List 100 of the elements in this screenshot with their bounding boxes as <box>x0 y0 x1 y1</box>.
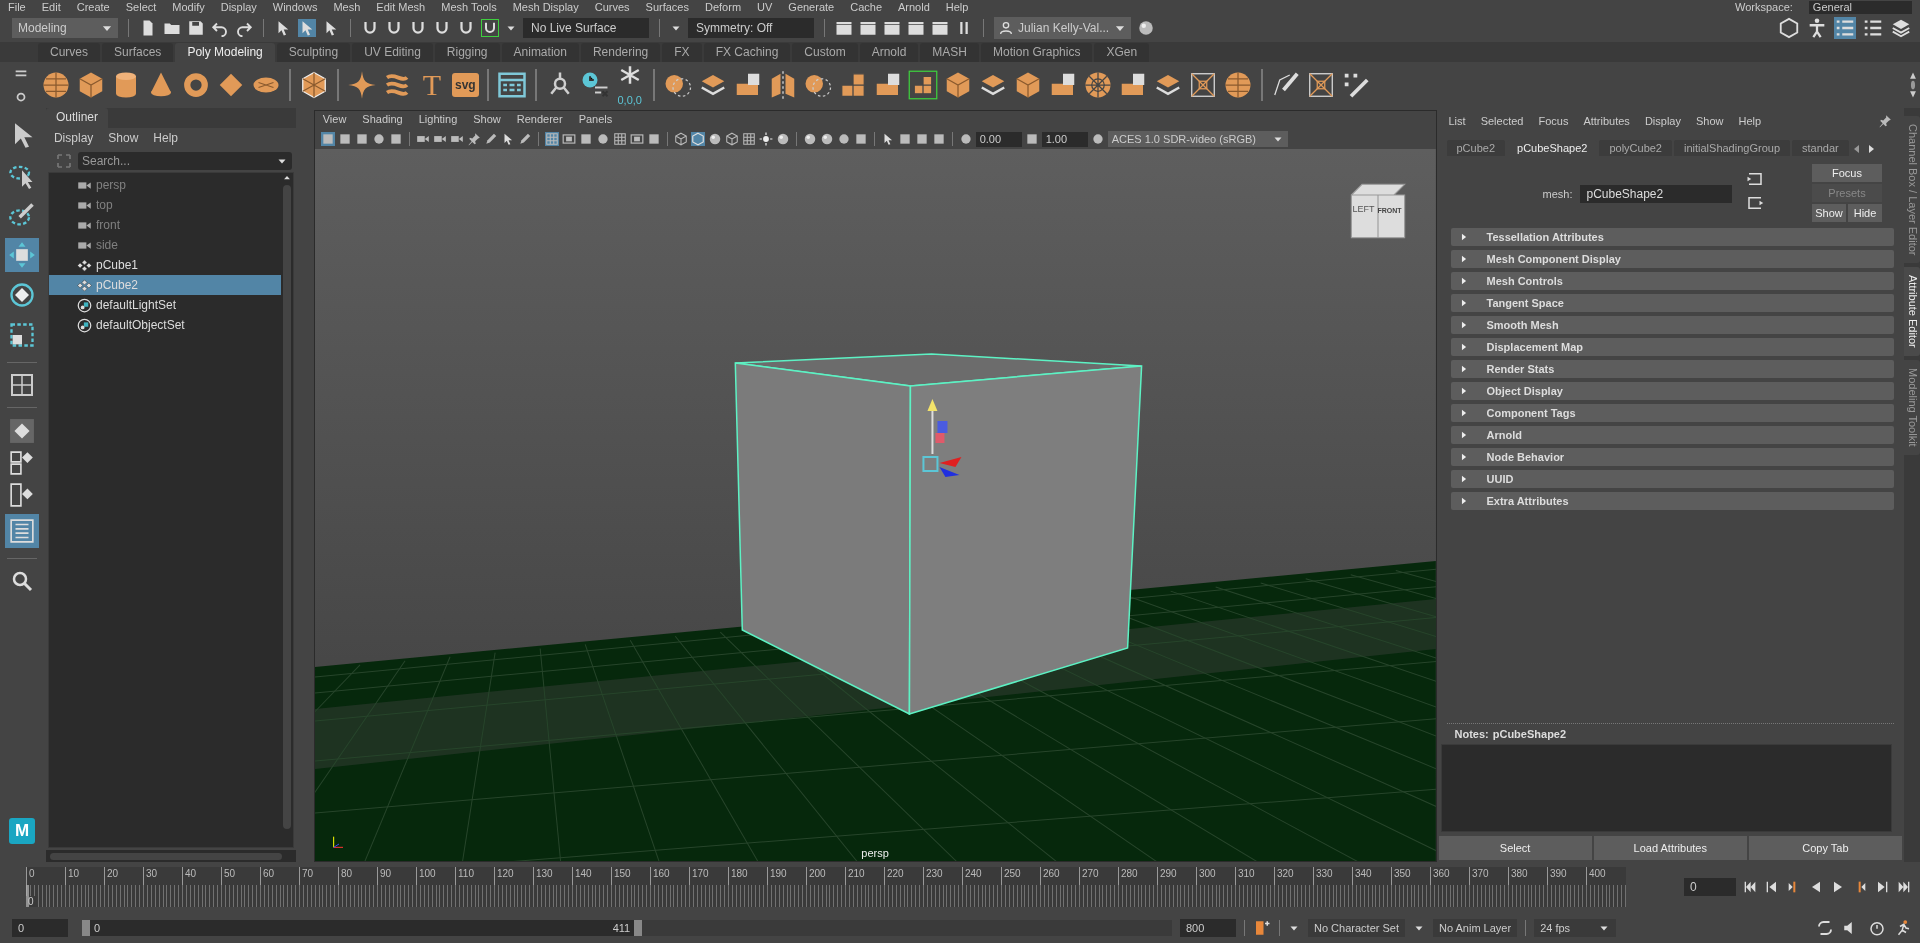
live-surface-field[interactable]: No Live Surface <box>523 18 649 38</box>
menu-item[interactable]: Create <box>76 1 110 13</box>
menu-item[interactable]: Select <box>125 1 157 13</box>
collapsible-section[interactable]: Render Stats <box>1450 360 1894 378</box>
outliner-item[interactable]: pCube1 <box>48 255 281 275</box>
menu-item[interactable]: Help <box>945 1 969 13</box>
menu-item[interactable]: Show <box>108 131 139 147</box>
node-tab[interactable]: pCube2 <box>1446 140 1506 156</box>
shelf-tab[interactable]: FX <box>662 43 702 62</box>
menu-item[interactable]: Display <box>220 1 257 13</box>
shelf-tab[interactable]: Sculpting <box>276 43 351 62</box>
exposure-field[interactable]: 0.00 <box>975 131 1022 147</box>
footer-button[interactable]: Load Attributes <box>1593 836 1747 860</box>
svg-icon[interactable]: svg <box>452 73 479 97</box>
collapsible-section[interactable]: Object Display <box>1450 382 1894 400</box>
collapsible-section[interactable]: Smooth Mesh <box>1450 316 1894 334</box>
shelf-tab[interactable]: UV Editing <box>352 43 433 62</box>
current-frame-field[interactable]: 0 <box>1684 878 1736 896</box>
side-tab[interactable]: Modeling Toolkit <box>1904 360 1920 455</box>
collapsible-section[interactable]: Mesh Component Display <box>1450 250 1894 268</box>
menu-item[interactable]: Mesh Tools <box>441 1 497 13</box>
attribute-editor-button[interactable]: Show <box>1812 204 1846 222</box>
menu-item[interactable]: Renderer <box>516 113 563 127</box>
text-icon[interactable]: T <box>417 68 447 102</box>
menu-item[interactable]: Help <box>1738 115 1762 127</box>
shelf-tab[interactable]: MASH <box>920 43 980 62</box>
outliner-item[interactable]: top <box>48 195 281 215</box>
menu-item[interactable]: Attributes <box>1583 115 1630 127</box>
attribute-editor-button[interactable]: Hide <box>1848 204 1882 222</box>
footer-button[interactable]: Select <box>1438 836 1592 860</box>
menu-item[interactable]: Curves <box>594 1 630 13</box>
range-slider[interactable]: 0 411 <box>82 919 643 936</box>
outliner-item[interactable]: persp <box>48 175 281 195</box>
menu-item[interactable]: Shading <box>362 113 403 127</box>
shelf-tab[interactable]: Rigging <box>434 43 500 62</box>
menu-item[interactable]: Edit Mesh <box>376 1 426 13</box>
menu-item[interactable]: Generate <box>788 1 835 13</box>
collapsible-section[interactable]: Displacement Map <box>1450 338 1894 356</box>
collapsible-section[interactable]: Extra Attributes <box>1450 492 1894 510</box>
shelf-tab[interactable]: Curves <box>38 43 100 62</box>
time-slider[interactable]: 0 10 20 30 40 50 60 70 80 90 100 110 120 130 140 150 160 170 180 190 200 210 220 230 240 250 260 270 280 290 300 310 320 330 340 350 360 370 380 390 400 0 <box>26 867 1626 907</box>
outliner-item[interactable]: side <box>48 235 281 255</box>
menu-item[interactable]: Edit <box>41 1 61 13</box>
menu-item[interactable]: Windows <box>272 1 318 13</box>
node-name-field[interactable]: pCubeShape2 <box>1580 185 1733 203</box>
character-set-dropdown[interactable]: No Character Set <box>1308 918 1405 937</box>
footer-button[interactable]: Copy Tab <box>1748 836 1902 860</box>
menu-item[interactable]: Focus <box>1538 115 1569 127</box>
account-button[interactable]: Julian Kelly-Val... <box>994 17 1132 39</box>
collapsible-section[interactable]: Node Behavior <box>1450 448 1894 466</box>
shelf-tab[interactable]: Motion Graphics <box>981 43 1093 62</box>
menu-item[interactable]: Deform <box>705 1 742 13</box>
gamma-field[interactable]: 1.00 <box>1041 131 1088 147</box>
shelf-tab[interactable]: XGen <box>1094 43 1150 62</box>
shelf-tab[interactable]: Rendering <box>580 43 661 62</box>
collapsible-section[interactable]: Tessellation Attributes <box>1450 228 1894 246</box>
workspace-dropdown[interactable]: General <box>1808 0 1912 14</box>
menu-item[interactable]: Display <box>1644 115 1681 127</box>
menu-item[interactable]: File <box>8 1 26 13</box>
shelf-tab[interactable]: Surfaces <box>102 43 174 62</box>
start-frame-field[interactable]: 0 <box>12 918 68 937</box>
menu-item[interactable]: Panels <box>578 113 613 127</box>
view-cube-face-label[interactable]: LEFT <box>1351 204 1376 214</box>
collapsible-section[interactable]: Arnold <box>1450 426 1894 444</box>
search-field[interactable]: Search... <box>77 152 292 170</box>
collapsible-section[interactable]: Component Tags <box>1450 404 1894 422</box>
menu-item[interactable]: UV <box>757 1 773 13</box>
collapsible-section[interactable]: Tangent Space <box>1450 294 1894 312</box>
color-space-dropdown[interactable]: ACES 1.0 SDR-video (sRGB) <box>1107 131 1288 147</box>
node-tab[interactable]: initialShadingGroup <box>1674 140 1790 156</box>
outliner-item[interactable]: front <box>48 215 281 235</box>
menu-item[interactable]: Help <box>153 131 179 147</box>
menu-item[interactable]: Arnold <box>898 1 930 13</box>
menu-item[interactable]: Lighting <box>418 113 458 127</box>
menu-item[interactable]: Surfaces <box>645 1 689 13</box>
attribute-editor-button[interactable]: Focus <box>1812 164 1882 182</box>
outliner-item[interactable]: defaultLightSet <box>48 295 281 315</box>
shelf-tab[interactable]: Poly Modeling <box>175 43 275 62</box>
menu-item[interactable]: Mesh <box>333 1 361 13</box>
anim-layer-dropdown[interactable]: No Anim Layer <box>1433 918 1518 937</box>
symmetry-field[interactable]: Symmetry: Off <box>688 18 814 38</box>
panel-tab[interactable]: Outliner <box>45 108 108 128</box>
collapsible-section[interactable]: Mesh Controls <box>1450 272 1894 290</box>
menu-item[interactable]: Cache <box>850 1 882 13</box>
fps-dropdown[interactable]: 24 fps <box>1534 918 1617 937</box>
menu-set-dropdown[interactable]: Modeling <box>12 18 118 38</box>
menu-item[interactable]: List <box>1448 115 1466 127</box>
menu-item[interactable]: View <box>322 113 347 127</box>
menu-item[interactable]: Show <box>1695 115 1724 127</box>
menu-item[interactable]: Display <box>53 131 94 147</box>
menu-item[interactable]: Modify <box>172 1 205 13</box>
shelf-tab[interactable]: FX Caching <box>703 43 791 62</box>
node-tab[interactable]: standar <box>1792 140 1849 156</box>
outliner-item[interactable]: defaultObjectSet <box>48 315 281 335</box>
menu-item[interactable]: Show <box>473 113 501 127</box>
shelf-tab[interactable]: Custom <box>792 43 858 62</box>
menu-item[interactable]: Selected <box>1480 115 1524 127</box>
shelf-tab[interactable]: Animation <box>501 43 579 62</box>
menu-item[interactable]: Mesh Display <box>512 1 579 13</box>
end-frame-field[interactable]: 800 <box>1180 918 1236 937</box>
